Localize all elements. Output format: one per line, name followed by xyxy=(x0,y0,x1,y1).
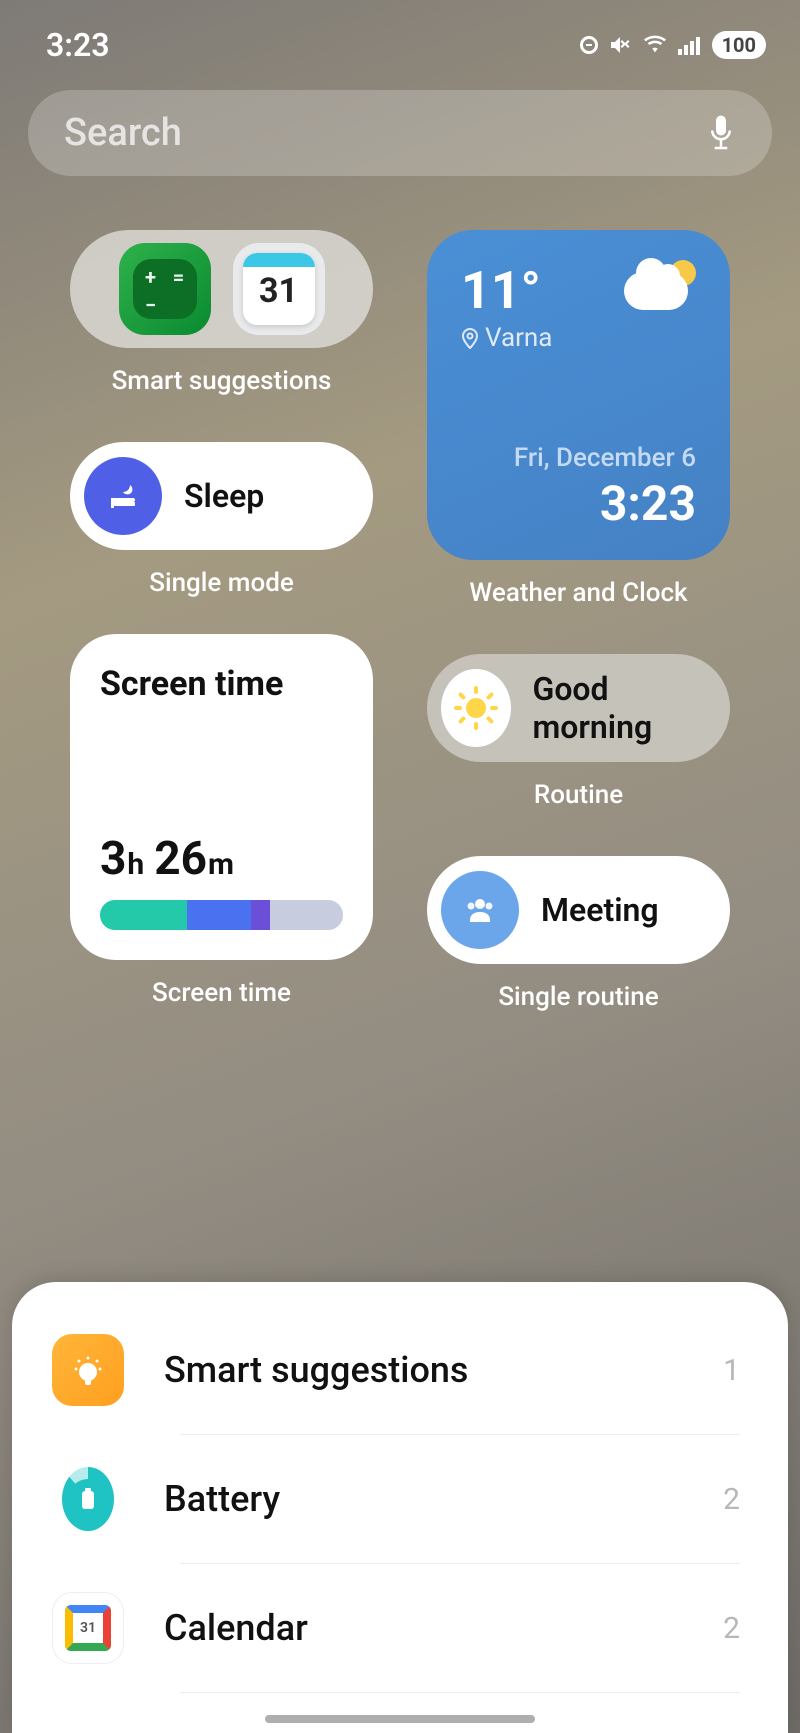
battery-circle-icon xyxy=(52,1463,124,1535)
routine-label: Routine xyxy=(427,780,730,810)
routine-widget[interactable]: Good morning xyxy=(427,654,730,762)
mute-icon xyxy=(608,33,632,57)
list-item-battery[interactable]: Battery 2 xyxy=(12,1435,788,1563)
list-item-name: Battery xyxy=(164,1478,723,1520)
list-item-name: Calendar xyxy=(164,1607,723,1649)
widget-grid: +=− 31 Smart suggestions Sleep Single mo… xyxy=(0,176,800,1040)
smart-suggestions-widget[interactable]: +=− 31 xyxy=(70,230,373,348)
status-bar: 3:23 100 xyxy=(0,0,800,64)
weather-clock-label: Weather and Clock xyxy=(427,578,730,608)
weather-date: Fri, December 6 xyxy=(461,443,696,473)
sleep-mode-widget[interactable]: Sleep xyxy=(70,442,373,550)
weather-clock-widget[interactable]: 11° Varna Fri, December 6 3:23 xyxy=(427,230,730,560)
dnd-icon xyxy=(580,36,598,54)
screen-time-title: Screen time xyxy=(100,664,343,704)
list-item-calendar[interactable]: 31 Calendar 2 xyxy=(12,1564,788,1692)
list-item-count: 2 xyxy=(723,1482,740,1517)
single-mode-label: Single mode xyxy=(70,568,373,598)
weather-temp: 11° xyxy=(461,260,552,321)
signal-icon xyxy=(678,35,702,55)
search-placeholder: Search xyxy=(64,111,182,155)
home-indicator[interactable] xyxy=(265,1715,535,1723)
list-item-smart-suggestions[interactable]: Smart suggestions 1 xyxy=(12,1306,788,1434)
single-routine-widget[interactable]: Meeting xyxy=(427,856,730,964)
wifi-icon xyxy=(642,34,668,56)
meeting-label: Meeting xyxy=(541,891,659,929)
sun-icon xyxy=(441,669,511,747)
screen-time-widget[interactable]: Screen time 3h26m xyxy=(70,634,373,960)
smart-suggestions-label: Smart suggestions xyxy=(70,366,373,396)
weather-location: Varna xyxy=(461,323,552,353)
people-icon xyxy=(441,871,519,949)
location-pin-icon xyxy=(461,327,479,349)
calendar-app-icon[interactable]: 31 xyxy=(233,243,325,335)
lightbulb-icon xyxy=(52,1334,124,1406)
battery-pill: 100 xyxy=(712,31,766,59)
search-bar[interactable]: Search xyxy=(28,90,772,176)
mic-icon[interactable] xyxy=(706,113,736,153)
screen-time-value: 3h26m xyxy=(100,832,343,886)
partly-cloudy-icon xyxy=(624,260,696,310)
screen-time-label: Screen time xyxy=(70,978,373,1008)
routine-label-text: Good morning xyxy=(533,670,715,746)
screen-time-bar xyxy=(100,900,343,930)
google-calendar-icon: 31 xyxy=(52,1592,124,1664)
sleep-label: Sleep xyxy=(184,477,264,515)
single-routine-label: Single routine xyxy=(427,982,730,1012)
list-item-count: 1 xyxy=(723,1353,740,1388)
calculator-app-icon[interactable]: +=− xyxy=(119,243,211,335)
calendar-day: 31 xyxy=(243,271,315,311)
list-item-count: 2 xyxy=(723,1611,740,1646)
status-icons: 100 xyxy=(580,31,766,59)
widget-list-sheet[interactable]: Smart suggestions 1 Battery 2 31 Calenda… xyxy=(12,1282,788,1733)
status-time: 3:23 xyxy=(46,26,110,64)
list-item-name: Smart suggestions xyxy=(164,1349,723,1391)
weather-time: 3:23 xyxy=(461,475,696,532)
sleep-icon xyxy=(84,457,162,535)
